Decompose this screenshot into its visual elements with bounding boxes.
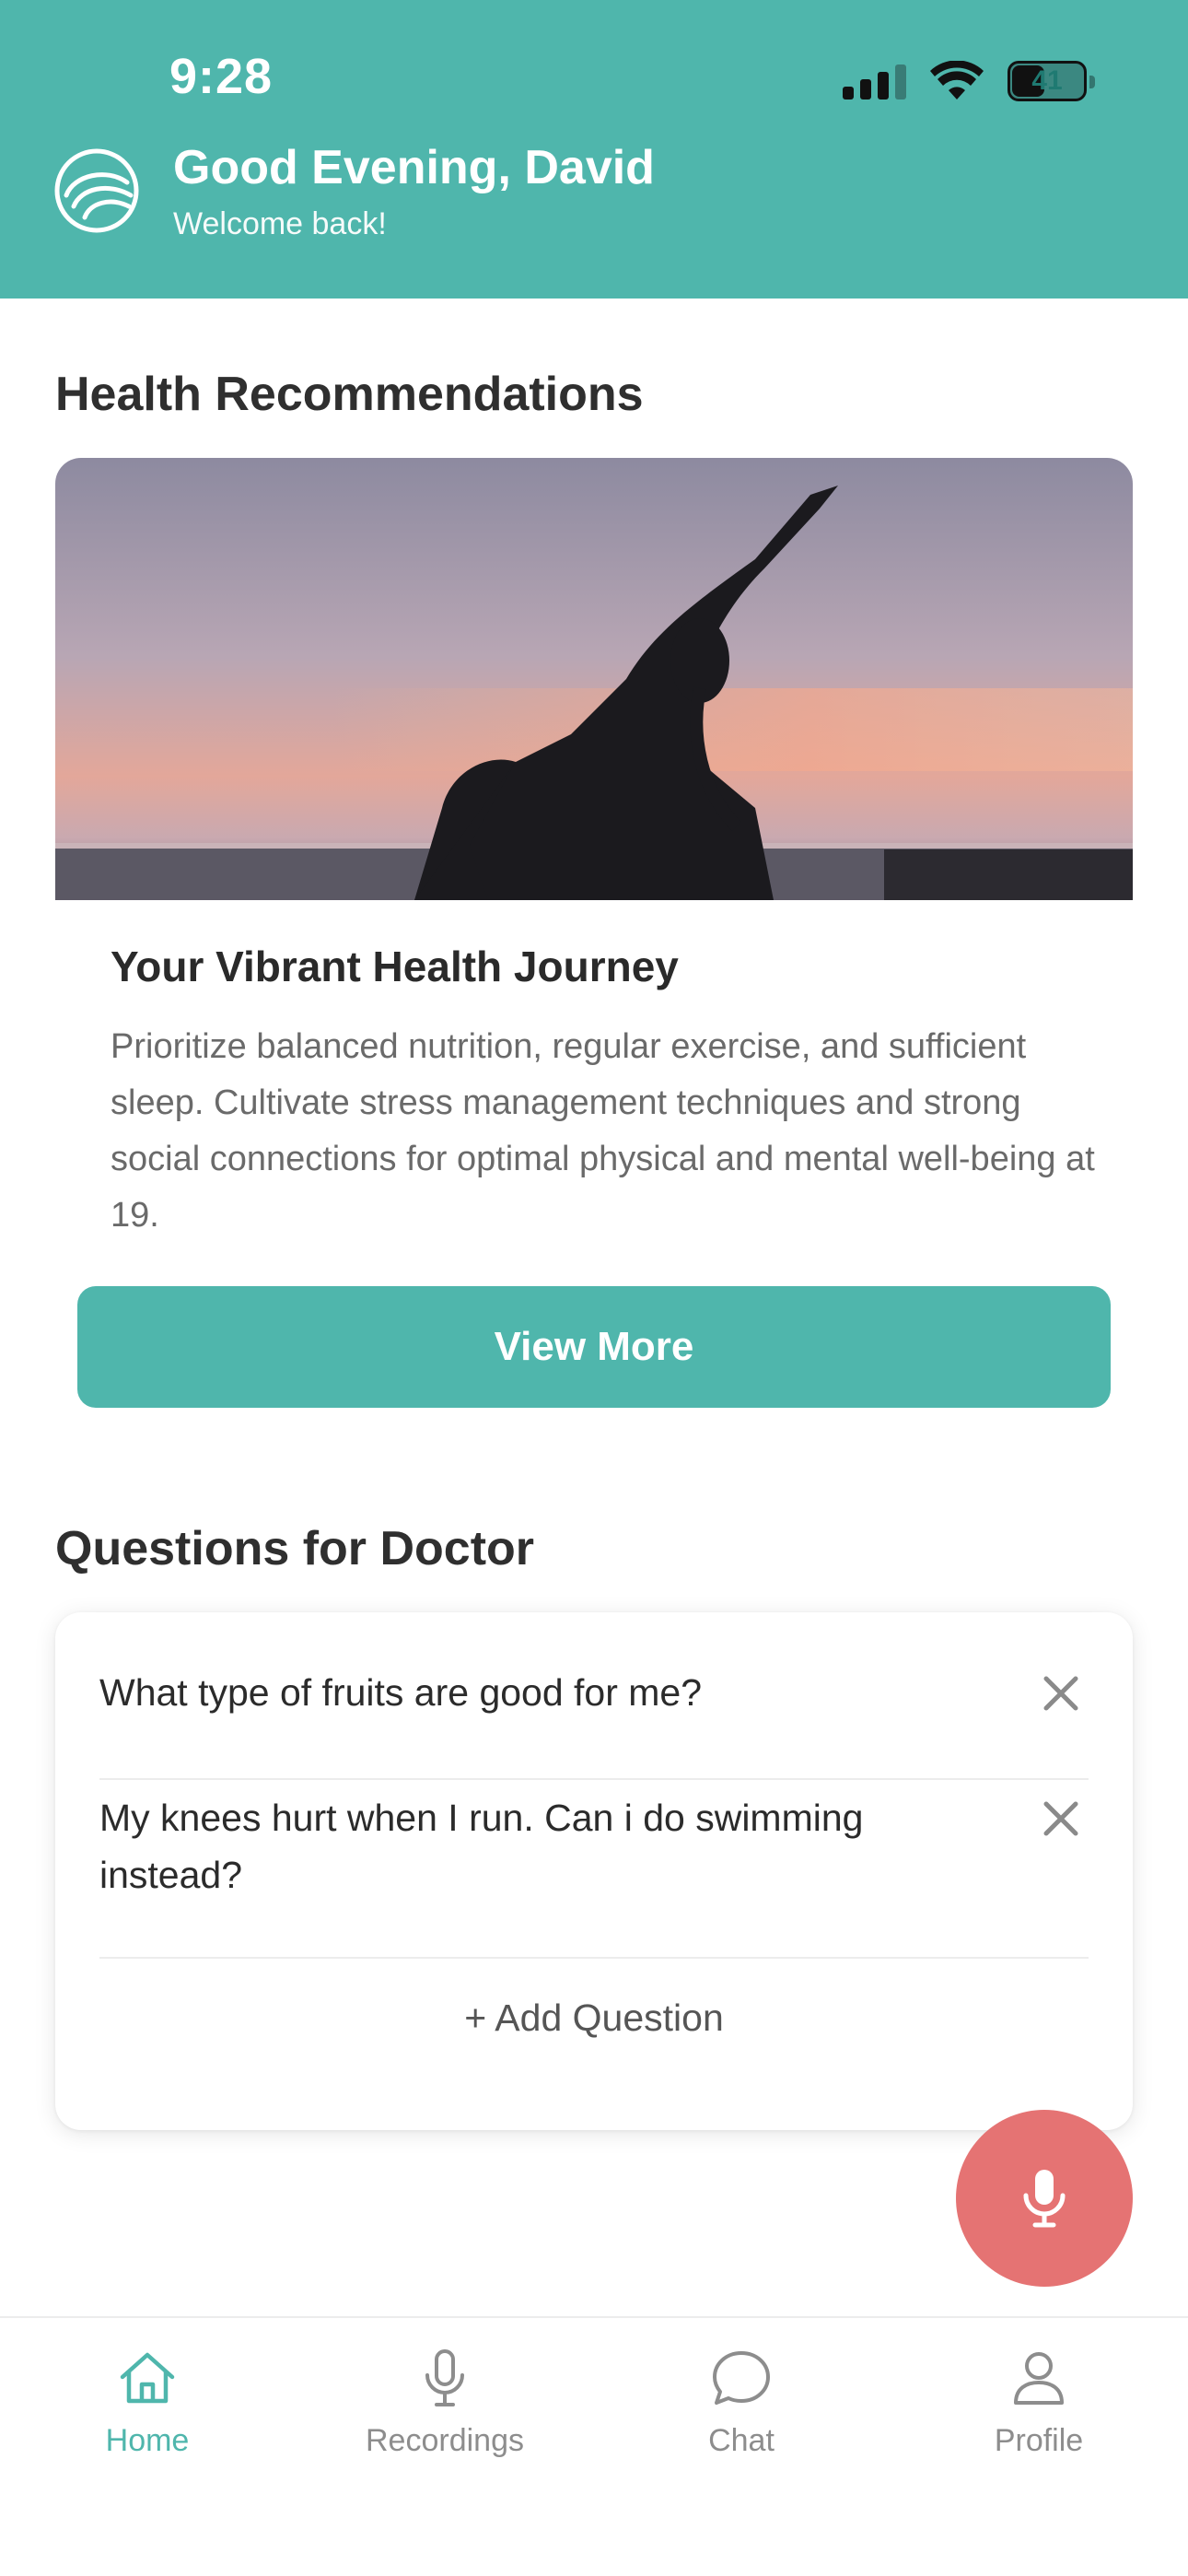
yoga-sunset-image	[55, 458, 1133, 900]
question-item[interactable]: What type of fruits are good for me?	[99, 1664, 1089, 1780]
tab-home-label: Home	[105, 2423, 190, 2458]
battery-level: 41	[1031, 65, 1063, 96]
chat-bubble-icon	[713, 2351, 770, 2405]
app-logo-icon	[54, 148, 139, 233]
welcome-subtitle: Welcome back!	[173, 206, 387, 241]
tab-profile[interactable]: Profile	[928, 2346, 1149, 2484]
remove-question-close-icon[interactable]	[1041, 1673, 1081, 1714]
microphone-icon	[425, 2349, 464, 2406]
home-icon	[120, 2352, 175, 2404]
questions-card: What type of fruits are good for me? My …	[55, 1612, 1133, 2130]
question-text: My knees hurt when I run. Can i do swimm…	[99, 1797, 864, 1896]
person-icon	[1014, 2352, 1064, 2405]
status-time: 9:28	[169, 49, 274, 104]
view-more-button[interactable]: View More	[77, 1286, 1111, 1408]
greeting-title: Good Evening, David	[173, 141, 655, 194]
remove-question-close-icon[interactable]	[1041, 1798, 1081, 1839]
status-icons: 41	[843, 59, 1095, 103]
tab-recordings[interactable]: Recordings	[334, 2346, 555, 2484]
recommendation-card-title: Your Vibrant Health Journey	[111, 943, 679, 990]
tab-home[interactable]: Home	[37, 2346, 258, 2484]
questions-heading: Questions for Doctor	[55, 1522, 535, 1575]
question-item[interactable]: My knees hurt when I run. Can i do swimm…	[99, 1789, 1089, 1959]
wifi-icon	[930, 61, 984, 100]
app-screen: 9:28 41 Good Evening, David Welcome back…	[0, 0, 1188, 2576]
tab-chat-label: Chat	[708, 2423, 775, 2458]
cellular-signal-icon	[843, 63, 906, 100]
bottom-tab-bar: Home Recordings Chat Profile	[0, 2316, 1188, 2576]
tab-profile-label: Profile	[994, 2423, 1084, 2458]
record-mic-button[interactable]	[956, 2110, 1133, 2287]
recommendation-card-body: Prioritize balanced nutrition, regular e…	[111, 1027, 1095, 1235]
microphone-icon	[1023, 2170, 1066, 2228]
question-text: What type of fruits are good for me?	[99, 1671, 703, 1714]
tab-chat[interactable]: Chat	[631, 2346, 852, 2484]
recommendations-heading: Health Recommendations	[55, 368, 644, 421]
battery-icon: 41	[1007, 61, 1095, 101]
header-bar: 9:28 41 Good Evening, David Welcome back…	[0, 0, 1188, 299]
add-question-button[interactable]: + Add Question	[99, 1981, 1089, 2055]
tab-recordings-label: Recordings	[366, 2423, 524, 2458]
